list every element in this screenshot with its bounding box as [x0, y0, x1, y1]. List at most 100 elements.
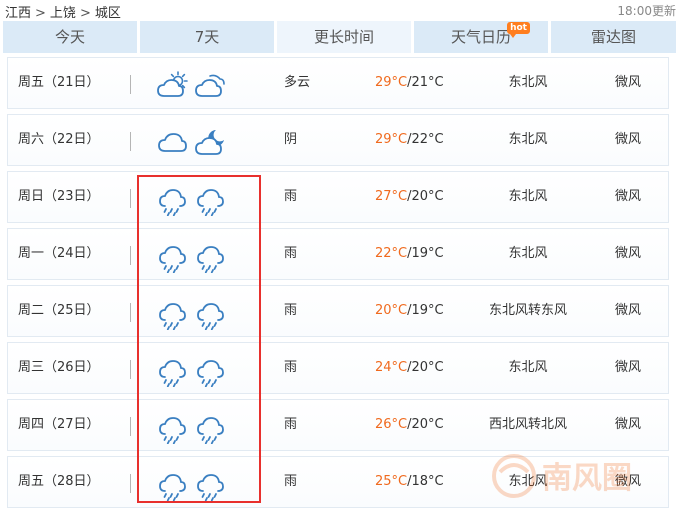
high-temperature: 26°C	[375, 417, 408, 432]
wind-level: 微风	[614, 132, 641, 147]
wind-level: 微风	[614, 303, 641, 318]
rain-icon	[159, 303, 186, 330]
rain-icon	[159, 474, 186, 501]
wind-direction: 东北风	[508, 189, 548, 204]
low-temperature: 21°C	[411, 75, 444, 90]
temperature-range: 27°C/20°C	[375, 172, 455, 222]
temperature-range: 29°C/22°C	[375, 115, 455, 165]
watermark-text: 南风圈	[542, 461, 632, 496]
temperature-range: 26°C/20°C	[375, 400, 455, 450]
partly-cloudy-icon	[195, 74, 225, 97]
high-temperature: 25°C	[375, 474, 408, 489]
forecast-row: 周二（25日） 雨 20°C/19°C 东北风转东风 微风	[7, 285, 669, 337]
weather-condition: 阴	[284, 132, 298, 147]
forecast-day: 周一（24日）	[18, 246, 100, 261]
weather-icons	[156, 343, 231, 393]
tab-longer-term[interactable]: 更长时间	[277, 21, 411, 53]
forecast-tabs: 今天 7天 更长时间 天气日历 hot 雷达图	[3, 21, 676, 53]
weather-icons	[156, 172, 231, 222]
tab-7-days[interactable]: 7天	[140, 21, 274, 53]
high-temperature: 24°C	[375, 360, 408, 375]
wind-level: 微风	[614, 417, 641, 432]
column-divider	[130, 474, 131, 493]
high-temperature: 20°C	[375, 303, 408, 318]
wind-direction: 东北风转东风	[488, 303, 567, 318]
weather-condition: 雨	[284, 303, 298, 318]
rain-icon	[159, 360, 186, 387]
wind-level: 微风	[614, 360, 641, 375]
rain-icon	[159, 417, 186, 444]
cloudy-icon	[158, 133, 187, 152]
high-temperature: 22°C	[375, 246, 408, 261]
tab-weather-calendar[interactable]: 天气日历 hot	[414, 21, 548, 53]
breadcrumb-separator: >	[35, 6, 46, 21]
rain-icon	[159, 189, 186, 216]
cloudy-moon-icon	[195, 130, 224, 155]
low-temperature: 22°C	[411, 132, 444, 147]
low-temperature: 20°C	[411, 417, 444, 432]
temperature-range: 20°C/19°C	[375, 286, 455, 336]
weather-condition: 雨	[284, 474, 298, 489]
column-divider	[130, 303, 131, 322]
breadcrumb-province[interactable]: 江西	[5, 6, 31, 21]
temperature-range: 29°C/21°C	[375, 58, 455, 108]
temperature-range: 22°C/19°C	[375, 229, 455, 279]
wind-level: 微风	[614, 189, 641, 204]
tab-today[interactable]: 今天	[3, 21, 137, 53]
weather-icons	[156, 457, 231, 507]
weather-condition: 雨	[284, 246, 298, 261]
weather-condition: 多云	[284, 75, 311, 90]
tab-radar[interactable]: 雷达图	[551, 21, 676, 53]
weather-icons	[156, 58, 231, 108]
wind-level: 微风	[614, 246, 641, 261]
breadcrumb-district[interactable]: 城区	[95, 6, 121, 21]
forecast-day: 周三（26日）	[18, 360, 100, 375]
breadcrumb-city[interactable]: 上饶	[50, 6, 76, 21]
weather-icons	[156, 115, 231, 165]
forecast-row: 周日（23日） 雨 27°C/20°C 东北风 微风	[7, 171, 669, 223]
column-divider	[130, 75, 131, 94]
wind-level: 微风	[614, 75, 641, 90]
forecast-day: 周五（28日）	[18, 474, 100, 489]
rain-icon	[197, 360, 224, 387]
wind-direction: 东北风	[508, 246, 548, 261]
weather-icons	[156, 286, 231, 336]
rain-icon	[197, 417, 224, 444]
top-bar: 江西 > 上饶 > 城区 18:00更新	[0, 0, 676, 21]
low-temperature: 19°C	[411, 246, 444, 261]
rain-icon	[197, 246, 224, 273]
wind-direction: 东北风	[508, 132, 548, 147]
breadcrumb: 江西 > 上饶 > 城区	[5, 2, 121, 21]
column-divider	[130, 189, 131, 208]
wind-direction: 西北风转北风	[488, 417, 567, 432]
partly-cloudy-sun-icon	[157, 71, 188, 97]
rain-icon	[197, 474, 224, 501]
tab-weather-calendar-label: 天气日历	[450, 28, 511, 46]
forecast-row: 周一（24日） 雨 22°C/19°C 东北风 微风	[7, 228, 669, 280]
hot-badge: hot	[507, 22, 530, 38]
column-divider	[130, 360, 131, 379]
watermark-logo: 南风圈	[486, 448, 676, 508]
rain-icon	[197, 303, 224, 330]
rain-icon	[197, 189, 224, 216]
forecast-day: 周五（21日）	[18, 75, 100, 90]
weather-icons	[156, 400, 231, 450]
weather-icons	[156, 229, 231, 279]
forecast-day: 周四（27日）	[18, 417, 100, 432]
forecast-day: 周二（25日）	[18, 303, 100, 318]
high-temperature: 29°C	[375, 132, 408, 147]
forecast-row: 周三（26日） 雨 24°C/20°C 东北风 微风	[7, 342, 669, 394]
watermark-logo-icon: 南风圈	[492, 454, 632, 498]
wind-direction: 东北风	[508, 75, 548, 90]
forecast-list: 周五（21日） 多云 29°C/21°C 东北风 微风 周六（22日）阴 29°C/22°C…	[3, 57, 673, 513]
low-temperature: 18°C	[411, 474, 444, 489]
breadcrumb-separator: >	[79, 6, 91, 21]
forecast-day: 周日（23日）	[18, 189, 100, 204]
column-divider	[130, 417, 131, 436]
temperature-range: 25°C/18°C	[375, 457, 455, 507]
update-time: 18:00更新	[617, 4, 676, 18]
rain-icon	[159, 246, 186, 273]
column-divider	[130, 132, 131, 151]
weather-condition: 雨	[284, 360, 298, 375]
low-temperature: 19°C	[411, 303, 444, 318]
